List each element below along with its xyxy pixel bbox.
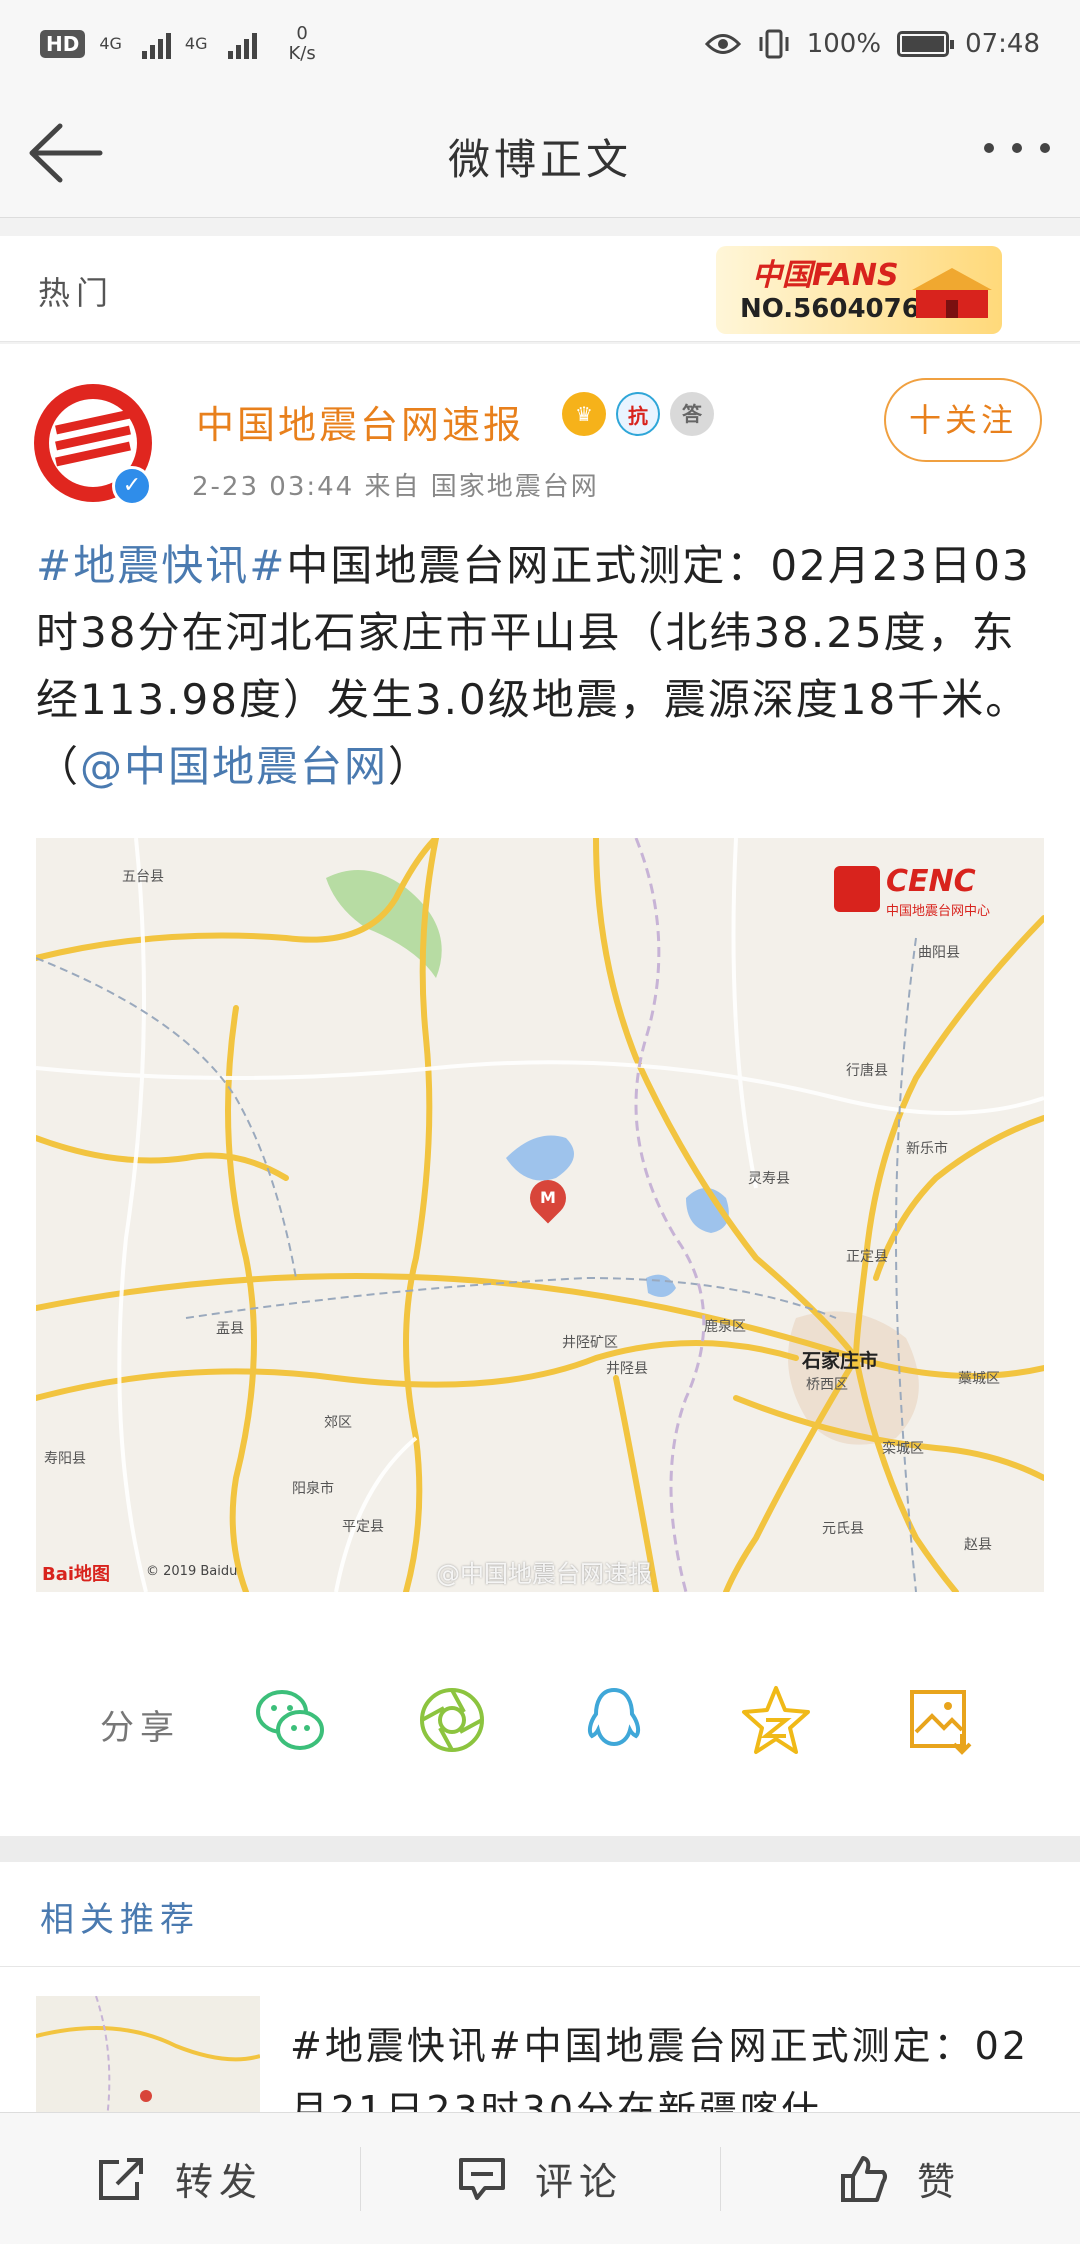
weibo-post: ✓ 中国地震台网速报 ♛ 抗 答 2-23 03:44 来自 国家地震台网 十关… xyxy=(0,344,1080,1836)
signal-icon xyxy=(227,29,257,59)
author-badges: ♛ 抗 答 xyxy=(562,392,714,436)
share-row: 分享 xyxy=(0,1666,1080,1766)
like-label: 赞 xyxy=(916,2160,961,2204)
comment-button[interactable]: 评论 xyxy=(360,2113,720,2244)
net-speed: 0 K/s xyxy=(288,23,316,64)
repost-icon xyxy=(98,2157,143,2200)
map-label: 赵县 xyxy=(964,1537,992,1553)
map-label: 灵寿县 xyxy=(748,1171,790,1187)
qzone-icon[interactable] xyxy=(738,1682,814,1758)
kang-badge-icon[interactable]: 抗 xyxy=(616,392,660,436)
map-label: 阳泉市 xyxy=(292,1481,334,1497)
clock: 07:48 xyxy=(965,29,1040,59)
map-label: 元氏县 xyxy=(822,1521,864,1537)
cenc-logo: CENC 中国地震台网中心 xyxy=(834,864,1024,920)
fans-badge-number: NO.5604076 xyxy=(740,294,920,324)
page-title: 微博正文 xyxy=(447,135,632,184)
signal-icon xyxy=(141,29,171,59)
hot-section: 热门 中国FANS NO.5604076 xyxy=(0,236,1080,342)
da-badge-icon[interactable]: 答 xyxy=(670,392,714,436)
comment-icon xyxy=(458,2157,505,2200)
map-copyright: © 2019 Baidu xyxy=(146,1564,238,1579)
map-label-city: 石家庄市 xyxy=(802,1350,879,1372)
map-label: 藁城区 xyxy=(958,1371,1000,1387)
map-label: 五台县 xyxy=(122,869,164,885)
map-label: 新乐市 xyxy=(906,1141,948,1157)
fans-badge-title: 中国FANS xyxy=(752,258,899,293)
epicenter-marker-icon: M xyxy=(522,1172,574,1224)
map-label: 井陉县 xyxy=(606,1361,648,1377)
repost-label: 转发 xyxy=(174,2160,263,2204)
map-label: 盂县 xyxy=(216,1321,244,1337)
qq-icon[interactable] xyxy=(576,1682,652,1758)
tiananmen-icon xyxy=(912,268,992,318)
fans-badge[interactable]: 中国FANS NO.5604076 xyxy=(716,246,1002,334)
image-watermark: @中国地震台网速报 xyxy=(436,1560,652,1588)
map-label: 曲阳县 xyxy=(918,945,960,961)
battery-icon xyxy=(897,31,955,57)
author-name[interactable]: 中国地震台网速报 xyxy=(196,394,524,449)
battery-percent: 100% xyxy=(806,29,882,59)
hashtag-link[interactable]: #地震快讯# xyxy=(36,541,286,590)
map-label: 平定县 xyxy=(342,1519,384,1535)
map-label: 寿阳县 xyxy=(44,1451,86,1467)
hd-indicator: HD xyxy=(40,30,86,58)
mention-link[interactable]: @中国地震台网 xyxy=(80,742,388,791)
nav-bar: 微博正文 xyxy=(0,88,1080,218)
wechat-icon[interactable] xyxy=(252,1682,328,1758)
comment-label: 评论 xyxy=(534,2160,623,2204)
map-label: 桥西区 xyxy=(806,1377,848,1393)
net-type-2: 4G xyxy=(184,34,208,53)
post-image-map[interactable]: 五台县 曲阳县 行唐县 灵寿县 新乐市 正定县 盂县 井陉矿区 鹿泉区 石家庄市… xyxy=(36,838,1044,1592)
bottom-action-bar: 转发 评论 赞 xyxy=(0,2112,1080,2244)
post-body-end: ） xyxy=(388,742,433,791)
vibrate-icon xyxy=(759,29,789,59)
crown-icon[interactable]: ♛ xyxy=(562,392,606,436)
section-divider xyxy=(0,1836,1080,1862)
map-label: 行唐县 xyxy=(846,1063,888,1079)
repost-button[interactable]: 转发 xyxy=(0,2113,360,2244)
post-meta: 2-23 03:44 来自 国家地震台网 xyxy=(192,472,599,502)
map-label: 鹿泉区 xyxy=(704,1319,746,1335)
more-options-button[interactable] xyxy=(984,143,1050,153)
map-label: 井陉矿区 xyxy=(562,1335,618,1351)
moments-icon[interactable] xyxy=(414,1682,490,1758)
map-label: 正定县 xyxy=(846,1249,888,1265)
map-label: 栾城区 xyxy=(882,1441,924,1457)
related-thumbnail[interactable] xyxy=(36,1996,260,2126)
thumbs-up-icon xyxy=(840,2155,887,2202)
eye-icon xyxy=(704,34,741,54)
status-bar: HD 4G 4G 0 K/s 100% 07:48 xyxy=(0,0,1080,88)
hot-label: 热门 xyxy=(38,274,115,312)
verified-icon: ✓ xyxy=(112,466,152,506)
map-label: 郊区 xyxy=(324,1415,352,1431)
follow-button[interactable]: 十关注 xyxy=(884,378,1042,462)
net-type-1: 4G xyxy=(99,34,122,53)
divider xyxy=(0,1966,1080,1967)
baidu-map-logo: Bai地图 xyxy=(42,1564,111,1585)
post-text: #地震快讯#中国地震台网正式测定：02月23日03时38分在河北石家庄市平山县（… xyxy=(36,532,1046,800)
share-label: 分享 xyxy=(100,1708,180,1748)
like-button[interactable]: 赞 xyxy=(720,2113,1080,2244)
save-image-icon[interactable] xyxy=(902,1682,978,1758)
related-title: 相关推荐 xyxy=(40,1900,200,1940)
